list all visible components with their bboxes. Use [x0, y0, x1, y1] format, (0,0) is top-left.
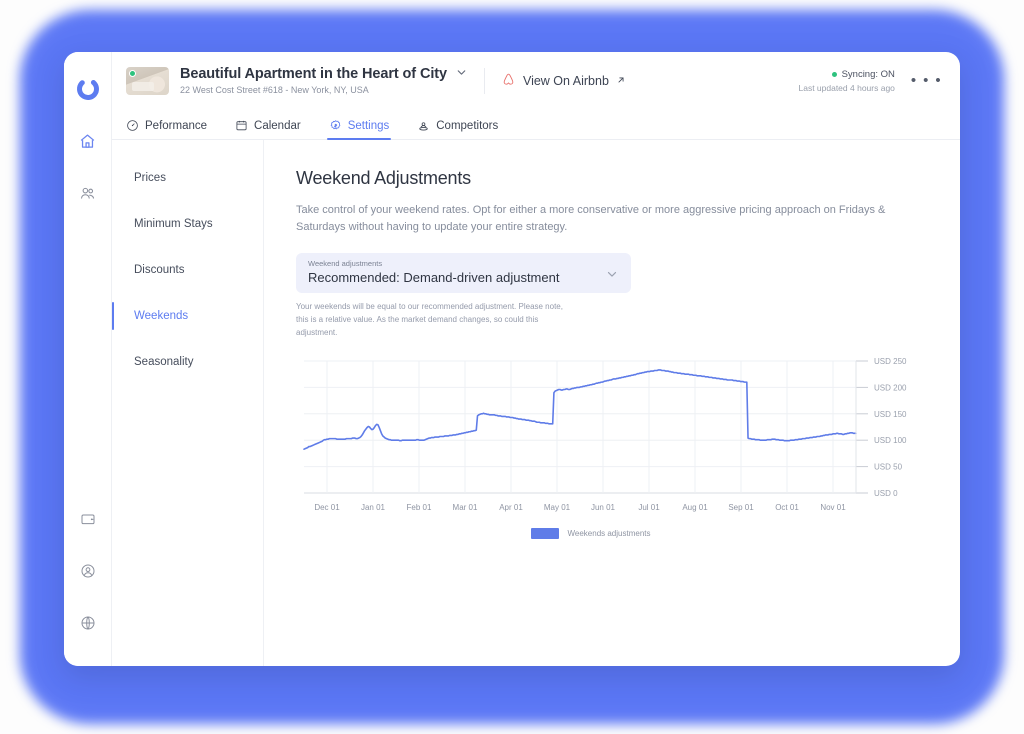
chart-x-axis-labels: Dec 01 Jan 01 Feb 01 Mar 01 Apr 01 May 01 Jun …: [314, 503, 846, 512]
svg-text:USD 200: USD 200: [874, 384, 907, 393]
select-help-text: Your weekends will be equal to our recom…: [296, 301, 576, 339]
chevron-down-icon[interactable]: [455, 66, 468, 82]
speedometer-icon: [126, 119, 139, 132]
chart-canvas: USD 0USD 50USD 100USD 150USD 200USD 250 …: [296, 353, 926, 518]
weekend-adjustments-chart: USD 0USD 50USD 100USD 150USD 200USD 250 …: [296, 353, 926, 539]
chevron-down-icon: [605, 267, 619, 286]
svg-text:USD 250: USD 250: [874, 357, 907, 366]
select-label: Weekend adjustments: [308, 259, 559, 268]
svg-text:Jan 01: Jan 01: [361, 503, 386, 512]
rail-item-language[interactable]: [73, 610, 103, 640]
content-area: Prices Minimum Stays Discounts Weekends …: [112, 140, 960, 666]
svg-text:Mar 01: Mar 01: [453, 503, 478, 512]
svg-text:Dec 01: Dec 01: [314, 503, 340, 512]
property-address: 22 West Cost Street #618 - New York, NY,…: [180, 85, 468, 95]
last-updated-label: Last updated 4 hours ago: [798, 83, 894, 93]
app-window: Beautiful Apartment in the Heart of City…: [64, 52, 960, 666]
sidebar-item-seasonality[interactable]: Seasonality: [112, 346, 263, 378]
tab-performance[interactable]: Peformance: [126, 119, 207, 139]
svg-text:USD 0: USD 0: [874, 489, 898, 498]
chart-series-line: [304, 370, 856, 449]
left-icon-rail: [64, 52, 112, 666]
svg-text:USD 100: USD 100: [874, 437, 907, 446]
sync-status-label: Syncing: ON: [842, 69, 895, 80]
property-thumbnail[interactable]: [126, 67, 169, 95]
tab-competitors-label: Competitors: [436, 120, 498, 132]
chart-horizontal-gridlines: [304, 361, 856, 493]
header-divider: [484, 68, 485, 94]
tab-calendar-label: Calendar: [254, 120, 301, 132]
people-icon: [79, 185, 96, 207]
rail-item-team[interactable]: [73, 181, 103, 211]
section-description: Take control of your weekend rates. Opt …: [296, 202, 921, 236]
section-title: Weekend Adjustments: [296, 168, 926, 189]
sync-status-block: Syncing: ON Last updated 4 hours ago: [798, 69, 894, 93]
sync-on-dot: [832, 72, 837, 77]
chart-vertical-gridlines: [327, 361, 833, 493]
tab-settings-label: Settings: [348, 120, 390, 132]
svg-text:May 01: May 01: [544, 503, 571, 512]
legend-label: Weekends adjustments: [567, 529, 650, 538]
airbnb-icon: [501, 72, 516, 90]
rail-item-billing[interactable]: [73, 506, 103, 536]
tab-performance-label: Peformance: [145, 120, 207, 132]
select-value: Recommended: Demand-driven adjustment: [308, 270, 559, 285]
settings-dollar-icon: [329, 119, 342, 132]
main-panel: Weekend Adjustments Take control of your…: [264, 140, 960, 666]
online-status-dot: [129, 70, 136, 77]
svg-text:USD 150: USD 150: [874, 410, 907, 419]
svg-text:USD 50: USD 50: [874, 463, 903, 472]
rail-item-account[interactable]: [73, 558, 103, 588]
settings-submenu: Prices Minimum Stays Discounts Weekends …: [112, 140, 264, 666]
svg-text:Jun 01: Jun 01: [591, 503, 616, 512]
chart-y-axis-labels: USD 0 USD 50 USD 100 USD 150 USD 200 USD 250: [856, 357, 907, 498]
property-info: Beautiful Apartment in the Heart of City…: [180, 66, 468, 95]
svg-text:Apr 01: Apr 01: [499, 503, 523, 512]
tab-settings[interactable]: Settings: [329, 119, 390, 139]
calendar-icon: [235, 119, 248, 132]
ring-logo-icon[interactable]: [75, 76, 101, 107]
svg-text:Nov 01: Nov 01: [820, 503, 846, 512]
account-circle-icon: [80, 563, 96, 584]
chart-legend: Weekends adjustments: [256, 528, 926, 539]
svg-text:Aug 01: Aug 01: [682, 503, 708, 512]
svg-text:Jul 01: Jul 01: [638, 503, 660, 512]
sidebar-item-minimum-stays[interactable]: Minimum Stays: [112, 208, 263, 240]
tab-calendar[interactable]: Calendar: [235, 119, 301, 139]
sidebar-item-discounts[interactable]: Discounts: [112, 254, 263, 286]
app-header: Beautiful Apartment in the Heart of City…: [112, 52, 960, 109]
legend-swatch: [531, 528, 559, 539]
weekend-adjustment-select[interactable]: Weekend adjustments Recommended: Demand-…: [296, 253, 631, 293]
main-tabs: Peformance Calendar Settings: [112, 109, 960, 140]
svg-text:Feb 01: Feb 01: [407, 503, 432, 512]
page-title: Beautiful Apartment in the Heart of City: [180, 66, 447, 82]
header-right-group: Syncing: ON Last updated 4 hours ago • •…: [798, 69, 942, 93]
more-options-button[interactable]: • • •: [911, 73, 942, 88]
home-icon: [79, 133, 96, 155]
sidebar-item-prices[interactable]: Prices: [112, 162, 263, 194]
sidebar-item-weekends[interactable]: Weekends: [112, 300, 263, 332]
view-on-airbnb-label: View On Airbnb: [523, 74, 609, 88]
wallet-icon: [80, 511, 96, 532]
svg-text:Oct 01: Oct 01: [775, 503, 799, 512]
competitors-pin-icon: [417, 119, 430, 132]
view-on-airbnb-link[interactable]: View On Airbnb: [501, 72, 626, 90]
rail-item-home[interactable]: [73, 129, 103, 159]
globe-icon: [80, 615, 96, 636]
rail-bottom-group: [73, 484, 103, 640]
status-badge: Syncing: ON: [798, 69, 894, 80]
tab-competitors[interactable]: Competitors: [417, 119, 498, 139]
external-link-arrow-icon: [616, 74, 626, 88]
svg-text:Sep 01: Sep 01: [728, 503, 754, 512]
